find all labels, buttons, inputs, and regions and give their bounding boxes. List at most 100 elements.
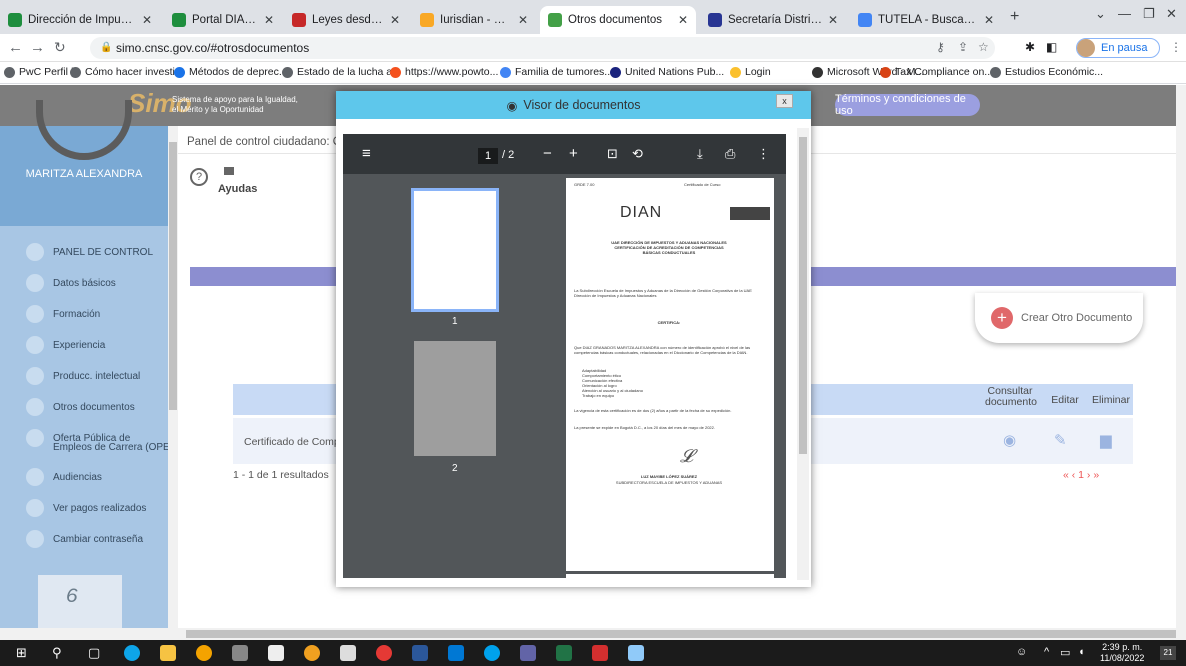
photos-icon[interactable] [304, 645, 320, 661]
sidebar-item-otros-documentos[interactable]: Otros documentos [26, 398, 135, 416]
fit-page-icon[interactable]: ⊡ [607, 146, 618, 162]
window-icon[interactable] [340, 645, 356, 661]
reload-button[interactable]: ↻ [54, 39, 66, 56]
zoom-in-icon[interactable]: + [569, 145, 578, 162]
address-bar[interactable]: simo.cnsc.gov.co/#otrosdocumentos [90, 37, 995, 59]
file-explorer-icon[interactable] [160, 645, 176, 661]
modal-scroll-thumb[interactable] [799, 137, 807, 454]
video-icon[interactable] [224, 167, 234, 175]
people-icon[interactable]: ☺ [1016, 646, 1027, 658]
close-window-button[interactable]: ✕ [1166, 6, 1177, 22]
eye-icon[interactable]: ◉ [1003, 431, 1016, 449]
notification-badge[interactable]: 21 [1160, 646, 1176, 660]
page-number-input[interactable]: 1 [478, 148, 498, 164]
bookmark-item[interactable]: United Nations Pub... [610, 66, 724, 78]
skype-icon[interactable] [484, 645, 500, 661]
task-view-icon[interactable]: ▢ [88, 645, 100, 661]
star-icon[interactable]: ☆ [978, 40, 989, 54]
browser-tab[interactable]: Dirección de Impuesto ✕ [0, 6, 160, 34]
trash-icon[interactable]: ▆ [1100, 431, 1112, 449]
more-menu-icon[interactable]: ⋮ [1170, 40, 1182, 54]
pdf-reader-icon[interactable] [592, 645, 608, 661]
browser-tab[interactable]: TUTELA - Buscar con G ✕ [850, 6, 1002, 34]
word-icon[interactable] [412, 645, 428, 661]
bookmark-item[interactable]: Estudios Económic... [990, 66, 1103, 78]
pencil-icon[interactable]: ✎ [1054, 431, 1067, 449]
sidebar-item-panel-de-control[interactable]: PANEL DE CONTROL [26, 243, 153, 261]
store-icon[interactable] [268, 645, 284, 661]
sidebar-scroll-thumb[interactable] [169, 142, 177, 410]
bookmark-item[interactable]: Tax Compliance on... [880, 66, 993, 78]
bookmark-item[interactable]: Estado de la lucha a... [282, 66, 401, 78]
back-button[interactable]: ← [8, 39, 23, 56]
page-vertical-scrollbar[interactable] [1176, 85, 1186, 628]
calculator-icon[interactable] [232, 645, 248, 661]
windows-start-icon[interactable]: ⊞ [16, 645, 27, 661]
minimize-button[interactable]: — [1118, 6, 1131, 21]
excel-icon[interactable] [556, 645, 572, 661]
menu-icon[interactable]: ≡ [362, 145, 371, 162]
modal-close-button[interactable]: x [776, 94, 793, 108]
network-icon[interactable]: ▭ [1060, 646, 1070, 659]
chevron-down-icon[interactable]: ⌄ [1095, 6, 1106, 22]
close-tab-icon[interactable]: ✕ [678, 13, 688, 27]
browser-tab[interactable]: Leyes desde 1992 - Vig ✕ [284, 6, 408, 34]
help-icon[interactable]: ? [190, 168, 208, 186]
sidepanel-icon[interactable]: ◧ [1046, 40, 1057, 54]
edge-icon[interactable] [124, 645, 140, 661]
create-document-button[interactable]: + Crear Otro Documento [975, 293, 1143, 343]
close-tab-icon[interactable]: ✕ [984, 13, 994, 27]
teams-icon[interactable] [520, 645, 536, 661]
sidebar-item-oferta-publica-2[interactable]: Empleos de Carrera (OPEC) [53, 442, 180, 453]
sidebar-item-producc-intelectual[interactable]: Producc. intelectual [26, 367, 140, 385]
search-icon[interactable]: ⚲ [52, 645, 62, 661]
help-label[interactable]: Ayudas [218, 183, 257, 195]
close-tab-icon[interactable]: ✕ [390, 13, 400, 27]
bookmark-item[interactable]: Cómo hacer investi... [70, 66, 184, 78]
volume-icon[interactable]: ◖ [1078, 646, 1085, 658]
forward-button[interactable]: → [30, 39, 45, 56]
sidebar-item-experiencia[interactable]: Experiencia [26, 336, 105, 354]
app-icon[interactable] [628, 645, 644, 661]
browser-tab[interactable]: Secretaría Distrital de H ✕ [700, 6, 846, 34]
print-icon[interactable]: ⎙ [725, 146, 735, 162]
bookmark-item[interactable]: https://www.powto... [390, 66, 498, 78]
key-icon[interactable]: ⚷ [936, 40, 945, 54]
pdf-thumbnail-page-1[interactable] [411, 188, 499, 312]
bookmark-item[interactable]: Login [730, 66, 771, 78]
pdf-page-2-edge [566, 574, 774, 580]
pagination[interactable]: « ‹ 1 › » [1063, 469, 1099, 481]
tray-chevron-icon[interactable]: ^ [1044, 646, 1049, 658]
zoom-out-icon[interactable]: − [543, 145, 552, 162]
sidebar-item-formacion[interactable]: Formación [26, 305, 100, 323]
download-icon[interactable]: ⤓ [697, 146, 703, 162]
horizontal-scroll-thumb[interactable] [186, 630, 1176, 638]
sidebar-item-datos-basicos[interactable]: Datos básicos [26, 274, 116, 292]
bookmark-item[interactable]: PwC Perfil | [4, 66, 74, 78]
chrome-icon[interactable] [376, 645, 392, 661]
extensions-icon[interactable]: ✱ [1025, 40, 1035, 54]
bookmark-item[interactable]: Métodos de deprec... [174, 66, 288, 78]
taskbar-clock[interactable]: 2:39 p. m. 11/08/2022 [1100, 642, 1144, 664]
sidebar-item-cambiar-contrasena[interactable]: Cambiar contraseña [26, 530, 143, 548]
outlook-icon[interactable] [448, 645, 464, 661]
browser-tab[interactable]: Otros documentos ✕ [540, 6, 696, 34]
maximize-button[interactable]: ❐ [1143, 6, 1155, 22]
close-tab-icon[interactable]: ✕ [142, 13, 152, 27]
pdf-thumbnail-page-2[interactable] [414, 341, 496, 456]
pdf-more-icon[interactable]: ⋮ [757, 146, 770, 162]
close-tab-icon[interactable]: ✕ [264, 13, 274, 27]
sidebar-item-audiencias[interactable]: Audiencias [26, 468, 102, 486]
browser-tab[interactable]: Iurisdian - Dirección de ✕ [412, 6, 536, 34]
terms-button[interactable]: Términos y condiciones de uso [835, 93, 980, 117]
sidebar-item-ver-pagos[interactable]: Ver pagos realizados [26, 499, 146, 517]
new-tab-button[interactable]: + [1010, 8, 1019, 26]
browser-tab[interactable]: Portal DIAN Inicio ✕ [164, 6, 282, 34]
bookmark-item[interactable]: Familia de tumores... [500, 66, 613, 78]
app-icon[interactable] [196, 645, 212, 661]
rotate-icon[interactable]: ⟲ [632, 146, 643, 162]
share-icon[interactable]: ⇪ [958, 40, 968, 54]
close-tab-icon[interactable]: ✕ [518, 13, 528, 27]
close-tab-icon[interactable]: ✕ [828, 13, 838, 27]
tab-title: Leyes desde 1992 - Vig [312, 14, 384, 26]
